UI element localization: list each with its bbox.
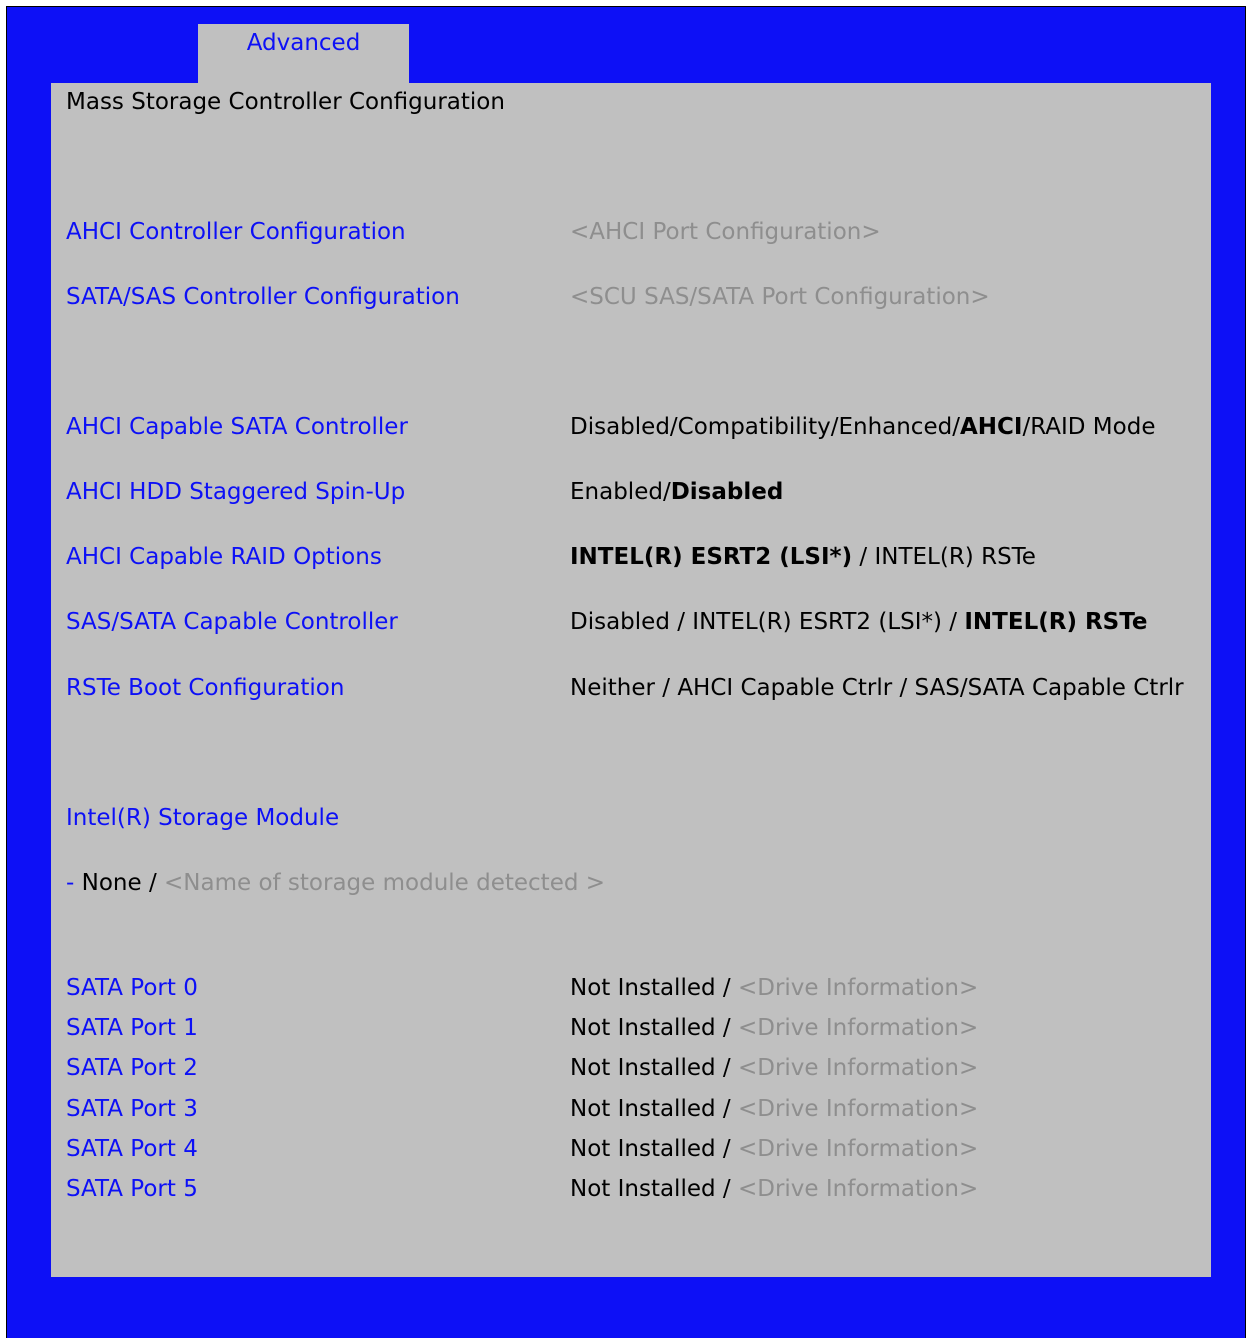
port-info: <Drive Information> [730,1055,979,1081]
selected-option: AHCI [959,414,1023,440]
setting-ahci-raid-options-options[interactable]: INTEL(R) ESRT2 (LSI*) / INTEL(R) RSTe [570,543,1036,571]
page-title: Mass Storage Controller Configuration [66,89,505,115]
sata-port-2-status: Not Installed / <Drive Information> [570,1054,978,1082]
setting-rste-boot-configuration-options[interactable]: Neither / AHCI Capable Ctrlr / SAS/SATA … [570,674,1184,702]
port-info: <Drive Information> [730,1176,979,1202]
sata-port-0-label: SATA Port 0 [66,975,198,1001]
menu-ahci-controller-config[interactable]: AHCI Controller Configuration [66,218,406,246]
sata-port-0-status: Not Installed / <Drive Information> [570,974,978,1002]
setting-ahci-raid-options[interactable]: AHCI Capable RAID Options [66,543,382,571]
selected-option: INTEL(R) RSTe [964,609,1148,635]
port-status: Not Installed / [570,975,731,1001]
sata-port-3-label: SATA Port 3 [66,1096,198,1122]
storage-module-dash: - [66,870,82,896]
port-status: Not Installed / [570,1055,731,1081]
setting-ahci-staggered-spinup-options[interactable]: Enabled/Disabled [570,478,783,506]
selected-option: INTEL(R) ESRT2 (LSI*) [570,544,853,570]
port-info: <Drive Information> [730,975,979,1001]
menu-sata-sas-controller-config-value: <SCU SAS/SATA Port Configuration> [570,284,990,310]
port-info: <Drive Information> [730,1096,979,1122]
sata-port-4-status: Not Installed / <Drive Information> [570,1135,978,1163]
sata-port-1-status: Not Installed / <Drive Information> [570,1014,978,1042]
menu-sata-sas-controller-config[interactable]: SATA/SAS Controller Configuration [66,283,460,311]
port-status: Not Installed / [570,1096,731,1122]
option-text: /RAID Mode [1022,414,1156,440]
storage-module-label: Intel(R) Storage Module [66,805,340,831]
storage-module-detected: <Name of storage module detected > [156,870,606,896]
port-status: Not Installed / [570,1136,731,1162]
option-text: Enabled/ [570,479,671,505]
option-text: Disabled/Compatibility/Enhanced/ [570,414,960,440]
storage-module-none: None / [81,870,157,896]
port-status: Not Installed / [570,1015,731,1041]
port-status: Not Installed / [570,1176,731,1202]
selected-option: Disabled [670,479,784,505]
port-info: <Drive Information> [730,1015,979,1041]
setting-sas-sata-capable-controller[interactable]: SAS/SATA Capable Controller [66,608,398,636]
sata-port-5-status: Not Installed / <Drive Information> [570,1175,978,1203]
sata-port-3-status: Not Installed / <Drive Information> [570,1095,978,1123]
option-text: Disabled / INTEL(R) ESRT2 (LSI*) / [570,609,965,635]
sata-port-4-label: SATA Port 4 [66,1136,198,1162]
setting-ahci-capable-sata-controller-options[interactable]: Disabled/Compatibility/Enhanced/AHCI/RAI… [570,413,1155,441]
setting-rste-boot-configuration[interactable]: RSTe Boot Configuration [66,674,344,702]
setting-ahci-capable-sata-controller[interactable]: AHCI Capable SATA Controller [66,413,408,441]
tab-advanced[interactable]: Advanced [198,24,409,83]
setting-ahci-staggered-spinup[interactable]: AHCI HDD Staggered Spin-Up [66,478,405,506]
sata-port-2-label: SATA Port 2 [66,1055,198,1081]
menu-ahci-controller-config-value: <AHCI Port Configuration> [570,219,881,245]
sata-port-5-label: SATA Port 5 [66,1176,198,1202]
port-info: <Drive Information> [730,1136,979,1162]
storage-module-status: - None / <Name of storage module detecte… [66,869,605,897]
setting-sas-sata-capable-controller-options[interactable]: Disabled / INTEL(R) ESRT2 (LSI*) / INTEL… [570,608,1147,636]
option-text: / INTEL(R) RSTe [852,544,1036,570]
sata-port-1-label: SATA Port 1 [66,1015,198,1041]
